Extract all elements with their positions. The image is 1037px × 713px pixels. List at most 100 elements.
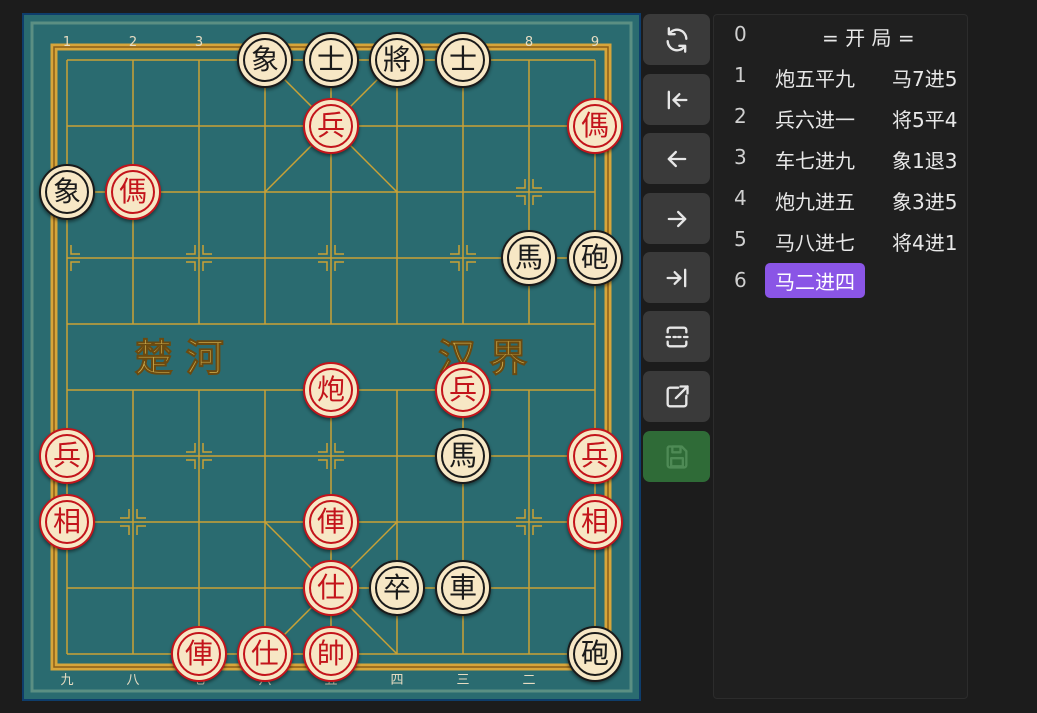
file-number-top: 2	[129, 35, 137, 50]
move-number: 2	[734, 104, 747, 128]
river-label-left: 楚 河	[135, 335, 224, 380]
piece-label: 帥	[316, 637, 345, 670]
piece-label: 兵	[448, 373, 477, 406]
next-move-button[interactable]	[643, 193, 710, 244]
external-link-icon	[666, 384, 689, 407]
piece-label: 象	[250, 43, 279, 76]
black-piece[interactable]: 車	[435, 560, 491, 616]
flip-board-button[interactable]	[643, 14, 710, 65]
piece-label: 俥	[316, 505, 345, 538]
piece-label: 砲	[580, 241, 609, 274]
red-move[interactable]: 车七进九	[775, 145, 855, 174]
piece-label: 炮	[316, 373, 345, 406]
black-move[interactable]: 将5平4	[892, 104, 957, 133]
move-row: 4 炮九进五 象3进5	[714, 179, 969, 220]
piece-label: 馬	[448, 439, 477, 472]
red-piece[interactable]: 俥	[171, 626, 227, 682]
red-piece[interactable]: 兵	[435, 362, 491, 418]
piece-label: 仕	[250, 637, 279, 670]
previous-move-button[interactable]	[643, 133, 710, 184]
move-number: 4	[734, 186, 747, 210]
piece-label: 將	[382, 43, 411, 76]
piece-label: 相	[580, 505, 609, 538]
black-piece[interactable]: 象	[237, 32, 293, 88]
first-move-button[interactable]	[643, 74, 710, 125]
file-number-bottom: 四	[390, 673, 403, 688]
black-piece[interactable]: 卒	[369, 560, 425, 616]
red-piece[interactable]: 傌	[105, 164, 161, 220]
red-piece[interactable]: 兵	[303, 98, 359, 154]
red-piece[interactable]: 仕	[303, 560, 359, 616]
black-piece[interactable]: 馬	[435, 428, 491, 484]
piece-label: 兵	[580, 439, 609, 472]
black-piece[interactable]: 馬	[501, 230, 557, 286]
red-piece[interactable]: 帥	[303, 626, 359, 682]
move-number: 3	[734, 145, 747, 169]
red-move[interactable]: 兵六进一	[775, 104, 855, 133]
file-number-top: 3	[195, 35, 203, 50]
file-number-bottom: 二	[522, 673, 535, 688]
move-row: 3 车七进九 象1退3	[714, 138, 969, 179]
skip-to-start-icon	[667, 90, 687, 109]
black-move[interactable]: 马7进5	[892, 63, 957, 92]
file-number-bottom: 九	[60, 673, 73, 688]
red-piece[interactable]: 兵	[567, 428, 623, 484]
piece-label: 傌	[118, 175, 147, 208]
capture-icon	[664, 326, 689, 347]
save-icon	[665, 444, 687, 469]
red-piece[interactable]: 俥	[303, 494, 359, 550]
opening-label: = 开 局 =	[822, 26, 915, 50]
piece-label: 象	[52, 175, 81, 208]
black-piece[interactable]: 士	[435, 32, 491, 88]
move-row-opening[interactable]: 0 = 开 局 =	[714, 15, 969, 56]
red-move-current[interactable]: 马二进四	[765, 263, 865, 298]
file-number-top: 8	[525, 35, 533, 50]
piece-label: 砲	[580, 637, 609, 670]
move-row: 6 马二进四	[714, 261, 969, 302]
red-piece[interactable]: 相	[39, 494, 95, 550]
piece-label: 兵	[316, 109, 345, 142]
black-piece[interactable]: 將	[369, 32, 425, 88]
black-piece[interactable]: 象	[39, 164, 95, 220]
black-move[interactable]: 将4进1	[892, 227, 957, 256]
red-move[interactable]: 炮九进五	[775, 186, 855, 215]
screenshot-button[interactable]	[643, 311, 710, 362]
red-move[interactable]: 马八进七	[775, 227, 855, 256]
piece-label: 俥	[184, 637, 213, 670]
red-move[interactable]: 炮五平九	[775, 63, 855, 92]
move-number: 1	[734, 63, 747, 87]
rotate-icon	[666, 26, 687, 53]
red-piece[interactable]: 仕	[237, 626, 293, 682]
black-move[interactable]: 象3进5	[892, 186, 957, 215]
move-number: 5	[734, 227, 747, 251]
file-number-top: 1	[63, 35, 71, 50]
red-piece[interactable]: 相	[567, 494, 623, 550]
black-piece[interactable]: 砲	[567, 230, 623, 286]
move-row: 2 兵六进一 将5平4	[714, 97, 969, 138]
piece-label: 兵	[52, 439, 81, 472]
red-piece[interactable]: 炮	[303, 362, 359, 418]
red-piece[interactable]: 傌	[567, 98, 623, 154]
move-number: 6	[734, 268, 747, 292]
black-move[interactable]: 象1退3	[892, 145, 957, 174]
move-row: 1 炮五平九 马7进5	[714, 56, 969, 97]
red-piece[interactable]: 兵	[39, 428, 95, 484]
piece-label: 卒	[382, 571, 411, 604]
arrow-right-icon	[667, 210, 686, 227]
export-button[interactable]	[643, 371, 710, 422]
piece-label: 馬	[514, 241, 543, 274]
piece-label: 車	[448, 571, 477, 604]
piece-label: 士	[316, 43, 345, 76]
xiangqi-board[interactable]: 楚 河汉 界123456789九八七六五四三二一 象士將士兵傌象傌馬砲炮兵兵馬兵…	[22, 13, 641, 701]
last-move-button[interactable]	[643, 252, 710, 303]
file-number-bottom: 八	[126, 673, 139, 688]
black-piece[interactable]: 士	[303, 32, 359, 88]
save-button[interactable]	[643, 431, 710, 482]
piece-label: 傌	[580, 109, 609, 142]
black-piece[interactable]: 砲	[567, 626, 623, 682]
piece-label: 相	[52, 505, 81, 538]
arrow-left-icon	[667, 150, 686, 167]
move-number: 0	[734, 22, 747, 46]
skip-to-end-icon	[666, 268, 686, 287]
piece-label: 士	[448, 43, 477, 76]
